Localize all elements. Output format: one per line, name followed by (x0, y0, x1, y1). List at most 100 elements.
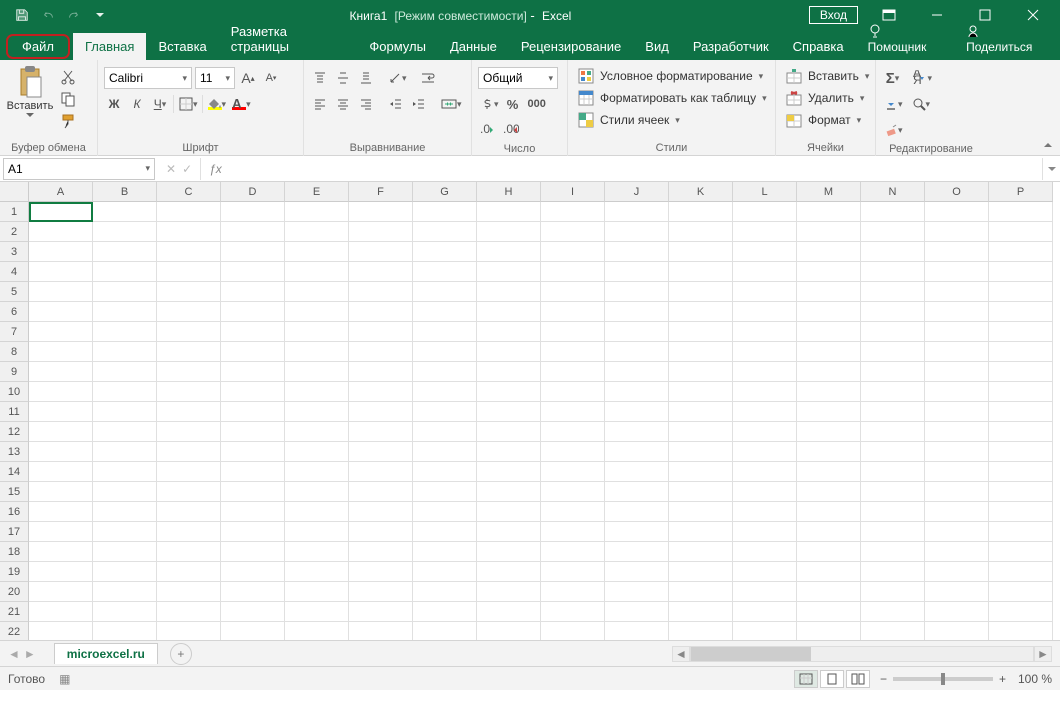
zoom-in-icon[interactable]: + (999, 672, 1006, 686)
cell[interactable] (477, 562, 541, 582)
sheet-tab[interactable]: microexcel.ru (54, 643, 158, 664)
cell[interactable] (29, 402, 93, 422)
select-all-corner[interactable] (0, 182, 29, 202)
wrap-text-icon[interactable] (418, 67, 438, 89)
cell[interactable] (541, 462, 605, 482)
cell[interactable] (797, 542, 861, 562)
cell[interactable] (605, 502, 669, 522)
align-middle-icon[interactable] (333, 67, 353, 89)
cell[interactable] (989, 202, 1053, 222)
cell[interactable] (29, 542, 93, 562)
cell[interactable] (477, 362, 541, 382)
cell[interactable] (93, 542, 157, 562)
zoom-thumb[interactable] (941, 673, 945, 685)
cell[interactable] (29, 462, 93, 482)
signin-button[interactable]: Вход (809, 6, 858, 24)
row-header[interactable]: 19 (0, 562, 29, 582)
cell[interactable] (669, 322, 733, 342)
align-top-icon[interactable] (310, 67, 330, 89)
cell[interactable] (989, 602, 1053, 622)
cell[interactable] (797, 582, 861, 602)
cell[interactable] (733, 562, 797, 582)
cell[interactable] (413, 622, 477, 640)
cell[interactable] (605, 282, 669, 302)
cell[interactable] (93, 362, 157, 382)
cell[interactable] (285, 282, 349, 302)
row-header[interactable]: 2 (0, 222, 29, 242)
cells-area[interactable] (29, 202, 1060, 640)
cell[interactable] (477, 382, 541, 402)
share-button[interactable]: Поделиться (954, 18, 1060, 60)
cell[interactable] (989, 442, 1053, 462)
tab-developer[interactable]: Разработчик (681, 33, 781, 60)
paste-button[interactable]: Вставить (6, 63, 54, 118)
cell[interactable] (605, 402, 669, 422)
cell[interactable] (733, 422, 797, 442)
cell[interactable] (413, 582, 477, 602)
bold-button[interactable]: Ж (104, 93, 124, 115)
cell[interactable] (989, 462, 1053, 482)
tab-review[interactable]: Рецензирование (509, 33, 633, 60)
cell[interactable] (93, 342, 157, 362)
cell[interactable] (349, 342, 413, 362)
cell[interactable] (413, 322, 477, 342)
cell[interactable] (541, 262, 605, 282)
cell[interactable] (477, 582, 541, 602)
cell[interactable] (413, 482, 477, 502)
cell[interactable] (925, 462, 989, 482)
cell[interactable] (285, 542, 349, 562)
cell[interactable] (93, 382, 157, 402)
insert-cells-button[interactable]: Вставить▾ (782, 65, 873, 87)
cell[interactable] (413, 462, 477, 482)
cell[interactable] (925, 582, 989, 602)
sheet-nav-prev-icon[interactable]: ◄ (8, 647, 20, 661)
column-header[interactable]: F (349, 182, 413, 202)
cell[interactable] (541, 442, 605, 462)
row-header[interactable]: 16 (0, 502, 29, 522)
cell[interactable] (413, 442, 477, 462)
cell[interactable] (989, 302, 1053, 322)
cell[interactable] (541, 562, 605, 582)
cell[interactable] (285, 602, 349, 622)
cell[interactable] (157, 362, 221, 382)
cell[interactable] (861, 622, 925, 640)
cell[interactable] (413, 562, 477, 582)
cut-icon[interactable] (58, 67, 78, 87)
cell[interactable] (93, 622, 157, 640)
cell[interactable] (669, 222, 733, 242)
cell[interactable] (541, 242, 605, 262)
cell[interactable] (925, 322, 989, 342)
cell[interactable] (477, 602, 541, 622)
cell[interactable] (477, 302, 541, 322)
autosum-button[interactable]: Σ▾ (882, 67, 902, 89)
cell[interactable] (669, 422, 733, 442)
cell[interactable] (605, 422, 669, 442)
cell[interactable] (861, 462, 925, 482)
cell[interactable] (797, 342, 861, 362)
cell[interactable] (221, 442, 285, 462)
cell[interactable] (157, 322, 221, 342)
cell[interactable] (413, 542, 477, 562)
sheet-nav-next-icon[interactable]: ► (24, 647, 36, 661)
page-break-view-icon[interactable] (846, 670, 870, 688)
cell[interactable] (925, 482, 989, 502)
cell[interactable] (29, 422, 93, 442)
cell[interactable] (349, 582, 413, 602)
column-header[interactable]: O (925, 182, 989, 202)
cell[interactable] (797, 262, 861, 282)
row-header[interactable]: 6 (0, 302, 29, 322)
cell[interactable] (157, 282, 221, 302)
cell[interactable] (605, 242, 669, 262)
cell[interactable] (477, 442, 541, 462)
cell[interactable] (797, 402, 861, 422)
cell[interactable] (605, 262, 669, 282)
cell[interactable] (285, 562, 349, 582)
cell[interactable] (861, 562, 925, 582)
cell[interactable] (733, 482, 797, 502)
cell[interactable] (605, 302, 669, 322)
cell[interactable] (413, 522, 477, 542)
cell[interactable] (925, 362, 989, 382)
cell[interactable] (413, 402, 477, 422)
cell[interactable] (157, 562, 221, 582)
tell-me-button[interactable]: Помощник (856, 18, 955, 60)
